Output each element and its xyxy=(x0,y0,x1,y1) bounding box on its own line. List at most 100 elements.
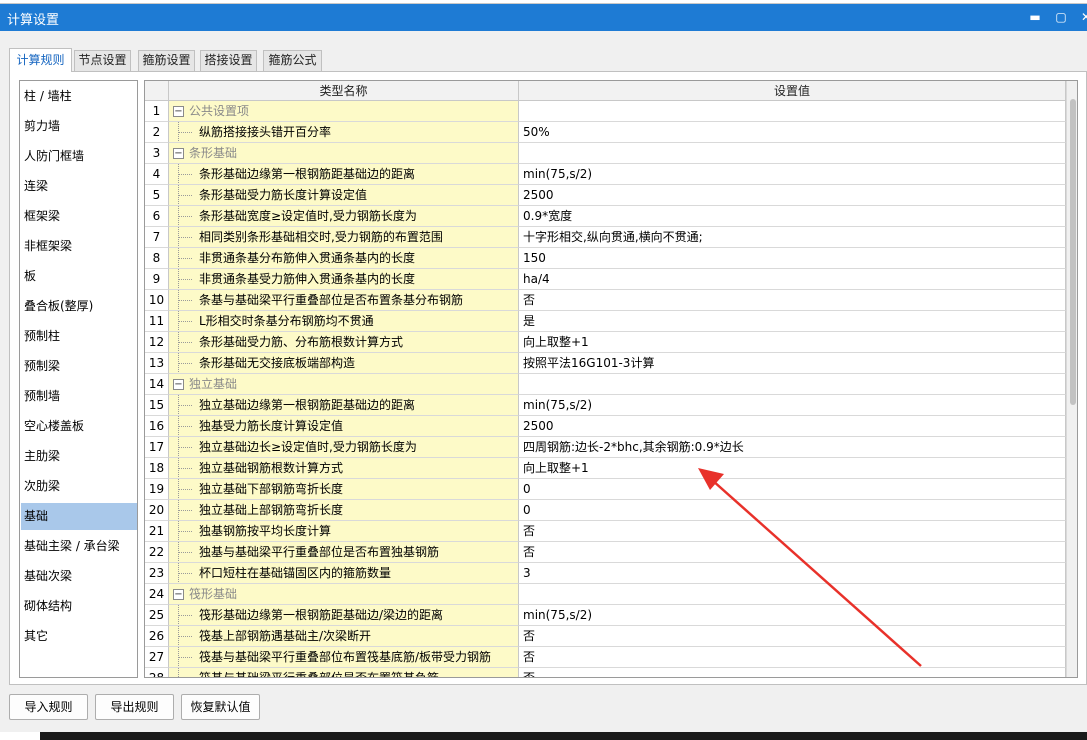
grid-row[interactable]: 11 L形相交时条基分布钢筋均不贯通 是 xyxy=(145,311,1066,332)
sidebar-item[interactable]: 次肋梁 xyxy=(21,473,137,500)
grid-row[interactable]: 17 独立基础边长≥设定值时,受力钢筋长度为 四周钢筋:边长-2*bhc,其余钢筋:… xyxy=(145,437,1066,458)
sidebar-item[interactable]: 预制柱 xyxy=(21,323,137,350)
setting-value-cell[interactable]: 3 xyxy=(519,563,1066,584)
settings-grid[interactable]: 类型名称 设置值 1− 公共设置项 2 纵筋搭接接头错开百分率 50% 3− 条形基础 4 条形… xyxy=(144,80,1078,678)
sidebar-item[interactable]: 板 xyxy=(21,263,137,290)
setting-value-cell[interactable]: 否 xyxy=(519,647,1066,668)
grid-group-row[interactable]: 14− 独立基础 xyxy=(145,374,1066,395)
setting-value-cell[interactable]: 0.9*宽度 xyxy=(519,206,1066,227)
grid-row[interactable]: 5 条形基础受力筋长度计算设定值 2500 xyxy=(145,185,1066,206)
collapse-icon[interactable]: − xyxy=(173,106,184,117)
sidebar-item[interactable]: 基础次梁 xyxy=(21,563,137,590)
type-name-cell[interactable]: L形相交时条基分布钢筋均不贯通 xyxy=(169,311,519,332)
setting-value-cell[interactable]: ha/4 xyxy=(519,269,1066,290)
setting-value-cell[interactable]: 150 xyxy=(519,248,1066,269)
type-name-cell[interactable]: 独立基础边缘第一根钢筋距基础边的距离 xyxy=(169,395,519,416)
grid-row[interactable]: 7 相同类别条形基础相交时,受力钢筋的布置范围 十字形相交,纵向贯通,横向不贯通; xyxy=(145,227,1066,248)
grid-row[interactable]: 6 条形基础宽度≥设定值时,受力钢筋长度为 0.9*宽度 xyxy=(145,206,1066,227)
type-name-cell[interactable]: 非贯通条基分布筋伸入贯通条基内的长度 xyxy=(169,248,519,269)
setting-value-cell[interactable] xyxy=(519,374,1066,395)
type-name-cell[interactable]: 筏基上部钢筋遇基础主/次梁断开 xyxy=(169,626,519,647)
sidebar-item[interactable]: 预制墙 xyxy=(21,383,137,410)
tab-stirrup-settings[interactable]: 箍筋设置 xyxy=(138,50,195,71)
tab-stirrup-formula[interactable]: 箍筋公式 xyxy=(263,50,322,71)
grid-row[interactable]: 4 条形基础边缘第一根钢筋距基础边的距离 min(75,s/2) xyxy=(145,164,1066,185)
grid-row[interactable]: 25 筏形基础边缘第一根钢筋距基础边/梁边的距离 min(75,s/2) xyxy=(145,605,1066,626)
setting-value-cell[interactable]: 否 xyxy=(519,290,1066,311)
collapse-icon[interactable]: − xyxy=(173,148,184,159)
sidebar-item[interactable]: 基础 xyxy=(21,503,137,530)
grid-row[interactable]: 18 独立基础钢筋根数计算方式 向上取整+1 xyxy=(145,458,1066,479)
type-name-cell[interactable]: 独立基础上部钢筋弯折长度 xyxy=(169,500,519,521)
grid-row[interactable]: 23 杯口短柱在基础锚固区内的箍筋数量 3 xyxy=(145,563,1066,584)
type-name-cell[interactable]: 条基与基础梁平行重叠部位是否布置条基分布钢筋 xyxy=(169,290,519,311)
sidebar-item[interactable]: 柱 / 墙柱 xyxy=(21,83,137,110)
grid-row[interactable]: 2 纵筋搭接接头错开百分率 50% xyxy=(145,122,1066,143)
grid-row[interactable]: 13 条形基础无交接底板端部构造 按照平法16G101-3计算 xyxy=(145,353,1066,374)
sidebar-item[interactable]: 砌体结构 xyxy=(21,593,137,620)
grid-row[interactable]: 8 非贯通条基分布筋伸入贯通条基内的长度 150 xyxy=(145,248,1066,269)
type-name-cell[interactable]: 独立基础钢筋根数计算方式 xyxy=(169,458,519,479)
sidebar-item[interactable]: 连梁 xyxy=(21,173,137,200)
tab-lap-settings[interactable]: 搭接设置 xyxy=(200,50,257,71)
grid-row[interactable]: 21 独基钢筋按平均长度计算 否 xyxy=(145,521,1066,542)
setting-value-cell[interactable]: 向上取整+1 xyxy=(519,458,1066,479)
tab-calc-rules[interactable]: 计算规则 xyxy=(9,48,72,72)
setting-value-cell[interactable]: min(75,s/2) xyxy=(519,395,1066,416)
header-setting-value[interactable]: 设置值 xyxy=(519,81,1066,101)
vertical-scrollbar[interactable] xyxy=(1066,81,1077,677)
setting-value-cell[interactable]: 否 xyxy=(519,521,1066,542)
header-type-name[interactable]: 类型名称 xyxy=(169,81,519,101)
type-name-cell[interactable]: − 独立基础 xyxy=(169,374,519,395)
scrollbar-thumb[interactable] xyxy=(1070,99,1076,405)
sidebar-item[interactable]: 主肋梁 xyxy=(21,443,137,470)
setting-value-cell[interactable] xyxy=(519,101,1066,122)
sidebar-item[interactable]: 框架梁 xyxy=(21,203,137,230)
sidebar-item[interactable]: 人防门框墙 xyxy=(21,143,137,170)
grid-row[interactable]: 16 独基受力筋长度计算设定值 2500 xyxy=(145,416,1066,437)
setting-value-cell[interactable]: 是 xyxy=(519,311,1066,332)
title-bar[interactable]: 计算设置 ▬ ▢ ✕ xyxy=(0,4,1087,31)
type-name-cell[interactable]: 条形基础无交接底板端部构造 xyxy=(169,353,519,374)
setting-value-cell[interactable]: 2500 xyxy=(519,416,1066,437)
type-name-cell[interactable]: − 公共设置项 xyxy=(169,101,519,122)
setting-value-cell[interactable] xyxy=(519,584,1066,605)
type-name-cell[interactable]: 非贯通条基受力筋伸入贯通条基内的长度 xyxy=(169,269,519,290)
collapse-icon[interactable]: − xyxy=(173,589,184,600)
setting-value-cell[interactable]: 按照平法16G101-3计算 xyxy=(519,353,1066,374)
setting-value-cell[interactable]: 否 xyxy=(519,542,1066,563)
tab-node-settings[interactable]: 节点设置 xyxy=(74,50,131,71)
minimize-icon[interactable]: ▬ xyxy=(1026,8,1044,26)
import-rules-button[interactable]: 导入规则 xyxy=(9,694,88,720)
setting-value-cell[interactable]: 0 xyxy=(519,479,1066,500)
type-name-cell[interactable]: 条形基础边缘第一根钢筋距基础边的距离 xyxy=(169,164,519,185)
grid-row[interactable]: 12 条形基础受力筋、分布筋根数计算方式 向上取整+1 xyxy=(145,332,1066,353)
grid-row[interactable]: 10 条基与基础梁平行重叠部位是否布置条基分布钢筋 否 xyxy=(145,290,1066,311)
grid-row[interactable]: 26 筏基上部钢筋遇基础主/次梁断开 否 xyxy=(145,626,1066,647)
setting-value-cell[interactable]: 50% xyxy=(519,122,1066,143)
setting-value-cell[interactable]: 四周钢筋:边长-2*bhc,其余钢筋:0.9*边长 xyxy=(519,437,1066,458)
sidebar-item[interactable]: 非框架梁 xyxy=(21,233,137,260)
grid-row[interactable]: 22 独基与基础梁平行重叠部位是否布置独基钢筋 否 xyxy=(145,542,1066,563)
type-name-cell[interactable]: 独立基础边长≥设定值时,受力钢筋长度为 xyxy=(169,437,519,458)
type-name-cell[interactable]: 筏基与基础梁平行重叠部位是否布置筏基负筋 xyxy=(169,668,519,677)
sidebar-item[interactable]: 基础主梁 / 承台梁 xyxy=(21,533,137,560)
sidebar-item[interactable]: 其它 xyxy=(21,623,137,650)
restore-defaults-button[interactable]: 恢复默认值 xyxy=(181,694,260,720)
type-name-cell[interactable]: 筏基与基础梁平行重叠部位布置筏基底筋/板带受力钢筋 xyxy=(169,647,519,668)
sidebar-item[interactable]: 剪力墙 xyxy=(21,113,137,140)
type-name-cell[interactable]: − 条形基础 xyxy=(169,143,519,164)
setting-value-cell[interactable]: 向上取整+1 xyxy=(519,332,1066,353)
grid-group-row[interactable]: 3− 条形基础 xyxy=(145,143,1066,164)
sidebar-item[interactable]: 叠合板(整厚) xyxy=(21,293,137,320)
setting-value-cell[interactable] xyxy=(519,143,1066,164)
type-name-cell[interactable]: 条形基础受力筋长度计算设定值 xyxy=(169,185,519,206)
component-type-list[interactable]: 柱 / 墙柱 剪力墙人防门框墙连梁框架梁非框架梁板叠合板(整厚) 预制柱预制梁预制墙… xyxy=(19,80,138,678)
grid-row[interactable]: 19 独立基础下部钢筋弯折长度 0 xyxy=(145,479,1066,500)
sidebar-item[interactable]: 空心楼盖板 xyxy=(21,413,137,440)
sidebar-item[interactable]: 预制梁 xyxy=(21,353,137,380)
grid-row[interactable]: 27 筏基与基础梁平行重叠部位布置筏基底筋/板带受力钢筋 否 xyxy=(145,647,1066,668)
type-name-cell[interactable]: 条形基础宽度≥设定值时,受力钢筋长度为 xyxy=(169,206,519,227)
setting-value-cell[interactable]: 2500 xyxy=(519,185,1066,206)
setting-value-cell[interactable]: 否 xyxy=(519,668,1066,677)
